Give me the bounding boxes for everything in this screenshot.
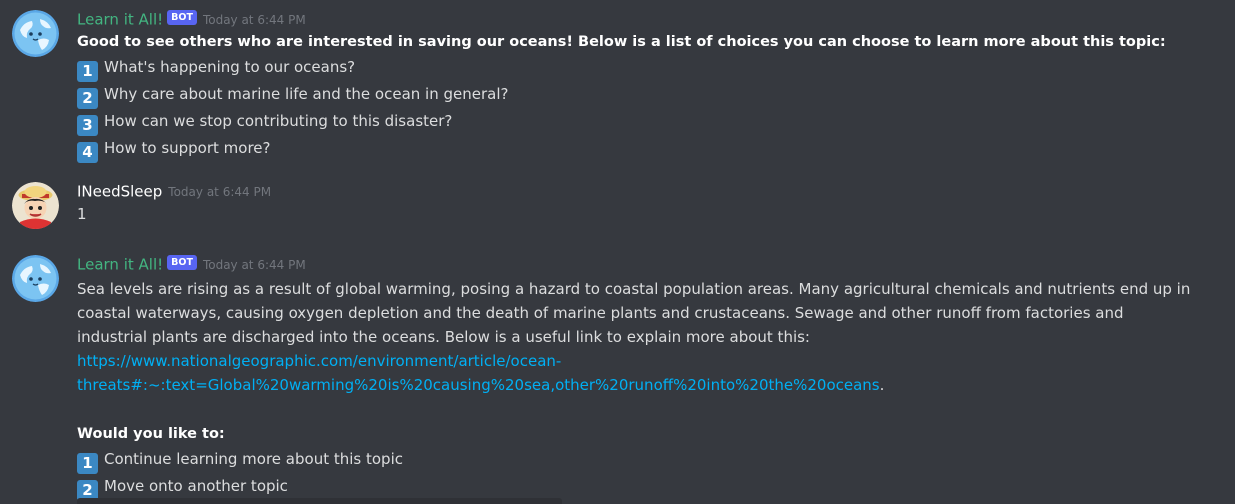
link-suffix: . <box>879 376 885 394</box>
message-paragraph: Sea levels are rising as a result of glo… <box>77 280 1191 346</box>
list-item: 3 How can we stop contributing to this di… <box>77 109 1195 136</box>
message-heading: Good to see others who are interested in… <box>77 34 1166 50</box>
message-timestamp[interactable]: Today at 6:44 PM <box>168 185 271 199</box>
keycap-1-icon: 1 <box>77 61 98 82</box>
message-header: INeedSleep Today at 6:44 PM <box>77 180 1195 202</box>
keycap-1-icon: 1 <box>77 453 98 474</box>
user-avatar[interactable] <box>12 182 59 229</box>
user-username[interactable]: INeedSleep <box>77 183 162 201</box>
keycap-4-icon: 4 <box>77 142 98 163</box>
message-timestamp[interactable]: Today at 6:44 PM <box>203 258 306 272</box>
bot-avatar[interactable] <box>12 10 59 57</box>
message-timestamp[interactable]: Today at 6:44 PM <box>203 13 306 27</box>
article-link-part-2[interactable]: threats#:~:text=Global%20warming%20is%20… <box>77 376 880 394</box>
bot-tag-badge: BOT <box>167 255 197 270</box>
anime-avatar-icon <box>12 182 59 229</box>
list-item: 1 Continue learning more about this topic <box>77 447 1195 474</box>
option-text: How to support more? <box>104 139 271 157</box>
keycap-3-icon: 3 <box>77 115 98 136</box>
list-item: 2 Why care about marine life and the ocea… <box>77 82 1195 109</box>
option-text: How can we stop contributing to this dis… <box>104 112 453 130</box>
option-text: Move onto another topic <box>104 477 288 495</box>
list-item: 4 How to support more? <box>77 136 1195 163</box>
option-text: Continue learning more about this topic <box>104 450 403 468</box>
option-text: What's happening to our oceans? <box>104 58 356 76</box>
message-link-line: threats#:~:text=Global%20warming%20is%20… <box>77 373 1195 398</box>
message-question: Would you like to: <box>77 426 225 442</box>
bot-tag-badge: BOT <box>167 10 197 25</box>
embed-edge <box>77 498 562 504</box>
message-header: Learn it All! BOT Today at 6:44 PM <box>77 8 1195 30</box>
list-item: 1 What's happening to our oceans? <box>77 55 1195 82</box>
message-link-line: https://www.nationalgeographic.com/envir… <box>77 349 1195 374</box>
globe-icon <box>12 255 59 302</box>
keycap-2-icon: 2 <box>77 88 98 109</box>
option-text: Why care about marine life and the ocean… <box>104 85 509 103</box>
bot-avatar[interactable] <box>12 255 59 302</box>
article-link-part-1[interactable]: https://www.nationalgeographic.com/envir… <box>77 352 561 370</box>
list-item: 2 Move onto another topic <box>77 474 1195 501</box>
bot-username[interactable]: Learn it All! <box>77 11 163 29</box>
message-header: Learn it All! BOT Today at 6:44 PM <box>77 253 1195 275</box>
bot-username[interactable]: Learn it All! <box>77 256 163 274</box>
message-text: 1 <box>77 205 87 223</box>
globe-icon <box>12 10 59 57</box>
